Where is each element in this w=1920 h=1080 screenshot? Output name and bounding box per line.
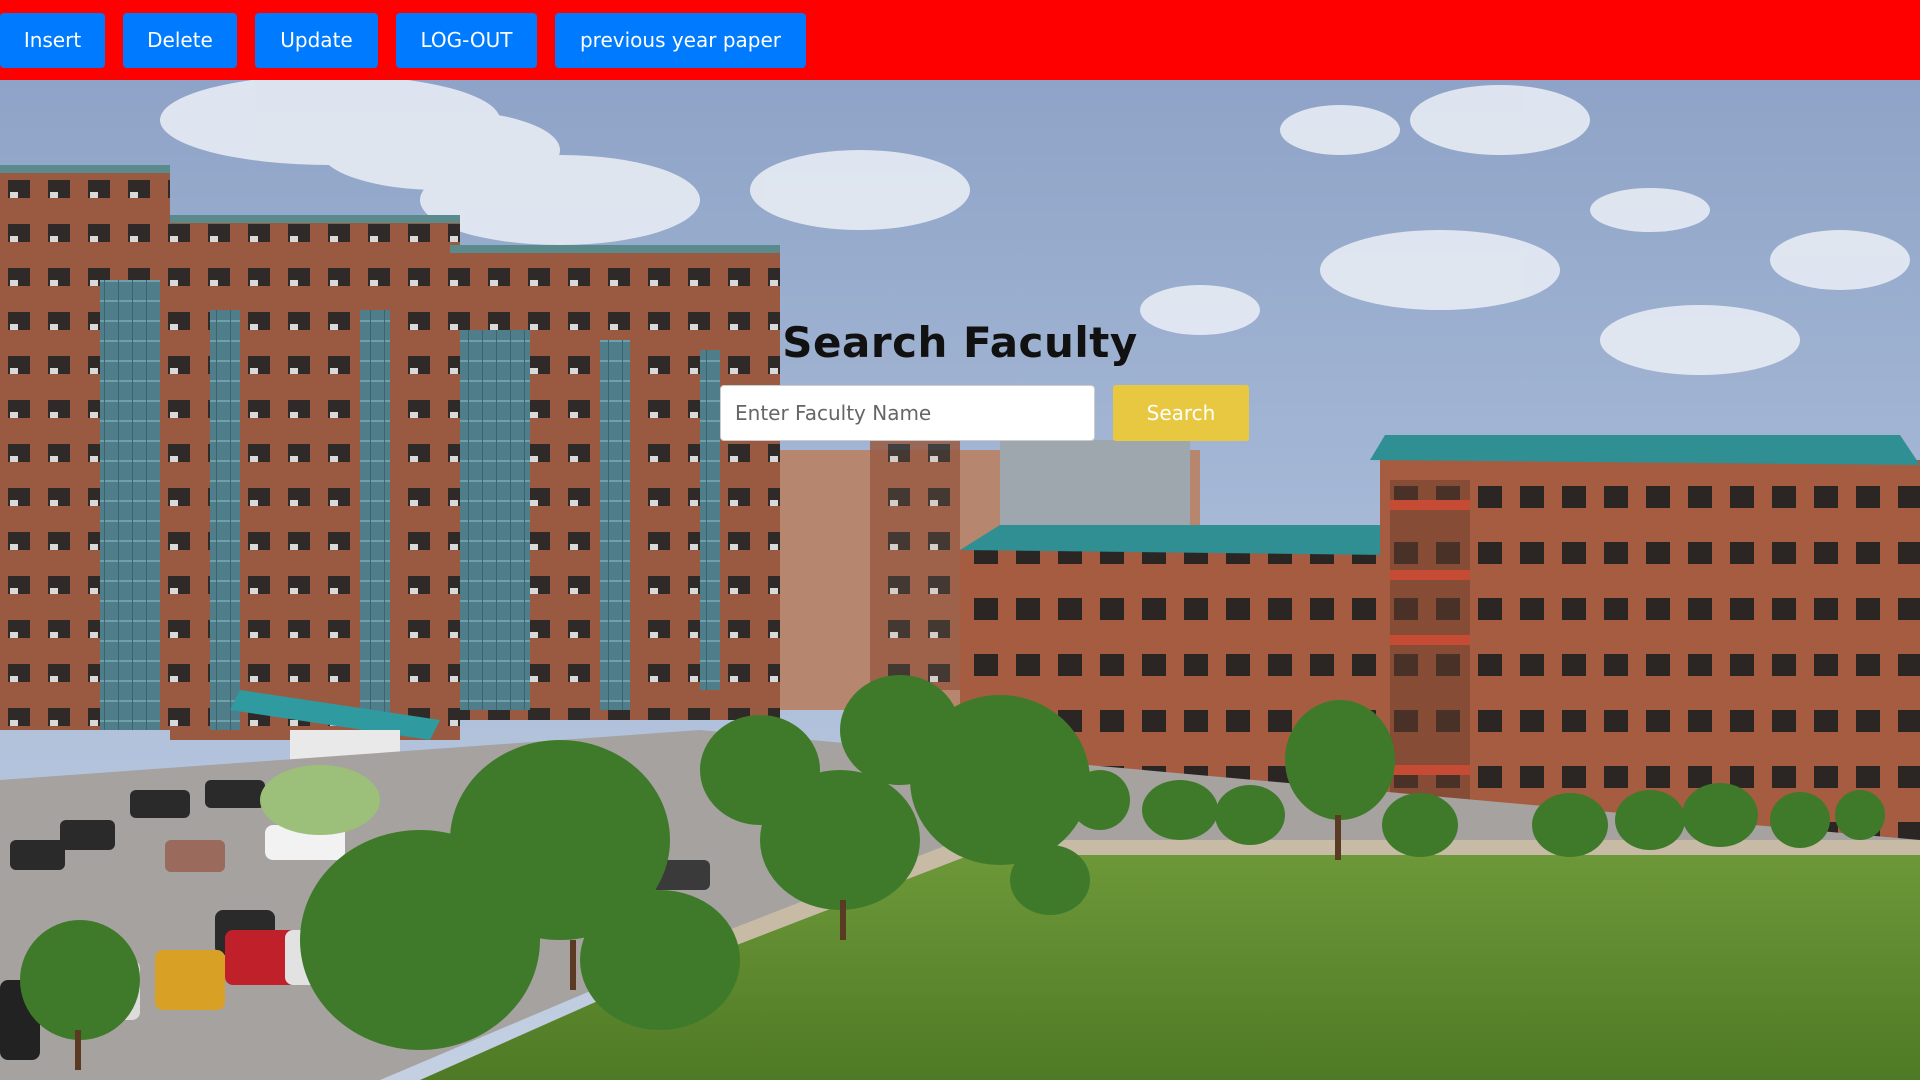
campus-photo-icon [0, 80, 1920, 1080]
update-button[interactable]: Update [255, 13, 378, 68]
top-navbar: Insert Delete Update LOG-OUT previous ye… [0, 0, 1920, 80]
insert-button[interactable]: Insert [0, 13, 105, 68]
faculty-search-page: Insert Delete Update LOG-OUT previous ye… [0, 0, 1920, 1080]
logout-button[interactable]: LOG-OUT [396, 13, 537, 68]
faculty-name-input[interactable] [720, 385, 1095, 441]
search-title: Search Faculty [782, 318, 1138, 367]
delete-button[interactable]: Delete [123, 13, 237, 68]
previous-year-paper-button[interactable]: previous year paper [555, 13, 806, 68]
search-button[interactable]: Search [1113, 385, 1249, 441]
campus-background-image [0, 80, 1920, 1080]
